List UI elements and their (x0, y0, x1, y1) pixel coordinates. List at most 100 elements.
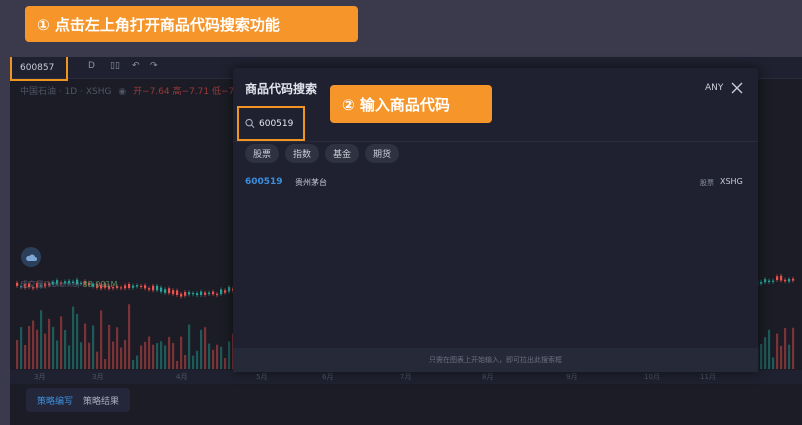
volume-bar (32, 320, 35, 369)
symbol-search-button[interactable]: 600857 (10, 57, 68, 81)
candle-body (196, 293, 199, 296)
dialog-hint: 只需在图表上开始输入，即可拉出此搜索框 (233, 348, 758, 372)
time-tick: 7月 (400, 373, 412, 381)
result-code: 600519 (245, 177, 283, 187)
undo-icon[interactable]: ↶ (132, 61, 140, 71)
volume-bar (760, 343, 763, 369)
volume-bar (784, 328, 787, 369)
volume-label: 成交量(Volume) (20, 280, 80, 289)
volume-bar (44, 333, 47, 369)
volume-bar (172, 342, 175, 369)
volume-bar (96, 351, 99, 369)
dialog-title: 商品代码搜索 (245, 82, 318, 96)
volume-bar (184, 354, 187, 369)
candle-body (136, 285, 139, 287)
candle-body (200, 291, 203, 295)
volume-bar (188, 324, 191, 369)
volume-bar (228, 341, 231, 369)
volume-bar (180, 336, 183, 369)
volume-bar (196, 350, 199, 369)
legend-open: 开−7.64 (133, 87, 170, 97)
time-tick: 3月 (92, 373, 104, 381)
volume-bar (176, 360, 179, 369)
candle-body (192, 293, 195, 295)
volume-bar (144, 341, 147, 369)
time-tick: 4月 (176, 373, 188, 381)
volume-bar (768, 329, 771, 369)
time-tick: 9月 (566, 373, 578, 381)
candle-body (764, 279, 767, 283)
volume-bar (132, 359, 135, 369)
filter-index[interactable]: 指数 (285, 144, 320, 163)
redo-icon[interactable]: ↷ (150, 61, 158, 71)
callout-step-2: ② 输入商品代码 (330, 85, 492, 123)
candle-body (144, 285, 147, 289)
exchange-filter-any[interactable]: ANY (705, 83, 723, 93)
filter-fund[interactable]: 基金 (325, 144, 360, 163)
result-exchange: XSHG (720, 177, 743, 186)
volume-bar (40, 310, 43, 369)
volume-bar (208, 343, 211, 369)
candle-body (124, 285, 127, 289)
volume-bar (136, 355, 139, 369)
filter-futures[interactable]: 期货 (365, 144, 400, 163)
volume-bar (168, 336, 171, 369)
volume-bar (788, 344, 791, 369)
candle-body (172, 290, 175, 295)
volume-bar (20, 327, 23, 369)
result-name: 贵州茅台 (295, 178, 327, 187)
candle-body (160, 287, 163, 292)
legend-eye-icon[interactable]: ◉ (118, 87, 126, 97)
result-type: 股票 (700, 179, 714, 187)
volume-bar (88, 342, 91, 369)
bottom-panel: 策略编写 策略结果 (10, 384, 802, 425)
volume-bar (104, 359, 107, 369)
volume-bar (152, 344, 155, 369)
candle-body (164, 289, 167, 293)
tab-strategy-edit[interactable]: 策略编写 (37, 394, 73, 407)
volume-bar (84, 323, 87, 369)
candle-body (148, 288, 151, 290)
search-icon (245, 118, 255, 128)
time-tick: 10月 (644, 373, 660, 381)
candle-body (188, 292, 191, 295)
candle-body (152, 285, 155, 291)
volume-bar (36, 329, 39, 369)
candle-type-icon[interactable]: ▯▯ (110, 61, 120, 71)
candle-body (212, 291, 215, 295)
time-tick: 11月 (700, 373, 716, 381)
volume-bar (212, 349, 215, 369)
volume-bar (200, 329, 203, 369)
volume-bar (776, 333, 779, 369)
volume-bar (220, 346, 223, 369)
volume-bar (160, 341, 163, 369)
time-tick: 8月 (482, 373, 494, 381)
candle-body (140, 285, 143, 288)
candle-body (176, 290, 179, 295)
search-box[interactable] (237, 106, 305, 141)
volume-bar (28, 325, 31, 369)
volume-bar (60, 316, 63, 369)
search-result-row[interactable]: 600519 贵州茅台 股票 XSHG (233, 171, 758, 193)
volume-bar (772, 357, 775, 369)
volume-bar (52, 326, 55, 369)
volume-bar (24, 344, 27, 369)
volume-bar (164, 345, 167, 369)
interval-button[interactable]: D (88, 61, 95, 71)
cloud-icon[interactable] (21, 247, 41, 267)
search-input[interactable] (259, 118, 303, 129)
chart-legend: 中国石油 · 1D · XSHG ◉ 开−7.64 高−7.71 低−7.5 (20, 84, 243, 97)
volume-bar (48, 318, 51, 369)
volume-legend: 成交量(Volume) 88.091M (20, 279, 117, 290)
tab-strategy-result[interactable]: 策略结果 (83, 394, 119, 407)
volume-bar (64, 330, 67, 369)
time-axis: 3月 3月 4月 5月 6月 7月 8月 9月 10月 11月 (10, 370, 802, 384)
volume-bar (100, 310, 103, 369)
candle-body (216, 293, 219, 296)
filter-stock[interactable]: 股票 (245, 144, 280, 163)
volume-bar (68, 345, 71, 369)
volume-bar (16, 339, 19, 369)
candle-body (780, 275, 783, 281)
candle-body (784, 279, 787, 282)
close-icon[interactable] (730, 81, 744, 95)
